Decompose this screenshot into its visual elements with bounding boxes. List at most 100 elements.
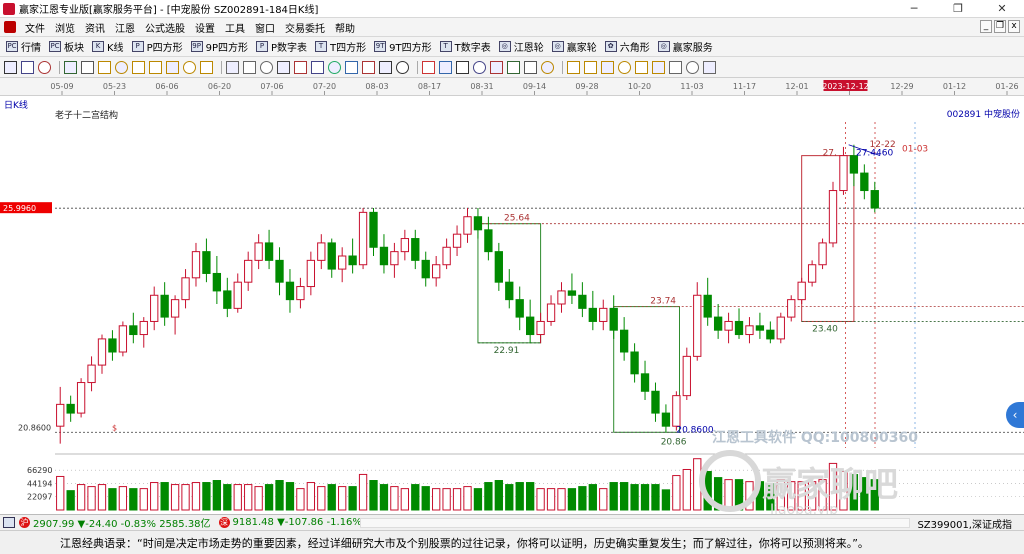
drawing-tool-icon[interactable] — [541, 60, 554, 74]
candle — [421, 251, 430, 287]
toolbar-p-table-button[interactable]: P P数字表 — [256, 39, 307, 54]
drawing-tool-icon[interactable] — [635, 60, 648, 74]
drawing-tool-icon[interactable] — [21, 60, 34, 74]
9p-square-icon: 9P — [190, 41, 203, 52]
drawing-tool-icon[interactable] — [277, 60, 290, 74]
service-icon: ◎ — [657, 41, 670, 52]
toolbar-winner-service-button[interactable]: ◎ 赢家服务 — [657, 39, 713, 54]
mdi-restore-button[interactable]: ❐ — [994, 20, 1006, 33]
drawing-tool-icon[interactable] — [618, 60, 631, 74]
toolbar-gann-wheel-button[interactable]: ◎ 江恩轮 — [498, 39, 544, 54]
drawing-tool-icon[interactable] — [507, 60, 520, 74]
t-table-icon: T — [439, 41, 452, 52]
drawing-tool-icon[interactable] — [260, 60, 273, 74]
kline-chart[interactable]: 日K线 老子十二宫结构 002891 中宠股份 25.9960 25.64 22.91 23… — [0, 96, 1024, 518]
drawing-tool-icon[interactable] — [166, 60, 179, 74]
drawing-tool-icon[interactable] — [294, 60, 307, 74]
volume-bar — [244, 484, 253, 511]
drawing-tool-icon[interactable] — [226, 60, 239, 74]
candle — [828, 181, 838, 248]
kline-chart-svg: 日K线老子十二宫结构 002891 中宠股份 25.9960 25.64 22.91 23… — [0, 99, 1024, 518]
mdi-close-button[interactable]: x — [1008, 20, 1020, 33]
drawing-tool-icon[interactable] — [362, 60, 375, 74]
drawing-tool-icon[interactable] — [98, 60, 111, 74]
volume-bar — [578, 486, 587, 511]
toolbar-sector-button[interactable]: PC 板块 — [49, 39, 84, 54]
drawing-tool-icon[interactable] — [396, 60, 409, 74]
menu-browse[interactable]: 浏览 — [51, 20, 81, 35]
menu-window[interactable]: 窗口 — [251, 20, 281, 35]
date-tick-label: 05-23 — [103, 82, 126, 91]
drawing-tool-icon[interactable] — [584, 60, 597, 74]
drawing-tool-icon[interactable] — [439, 60, 452, 74]
indicator-label: 老子十二宫结构 — [55, 109, 118, 121]
candle — [755, 312, 765, 339]
candle — [264, 229, 274, 270]
candle — [630, 343, 639, 383]
candle — [139, 317, 148, 348]
drawing-tool-icon[interactable] — [4, 60, 17, 74]
volume-bar — [526, 482, 535, 511]
volume-bar — [212, 480, 222, 511]
menu-help[interactable]: 帮助 — [331, 20, 361, 35]
drawing-tool-icon[interactable] — [669, 60, 682, 74]
drawing-tool-icon[interactable] — [200, 60, 213, 74]
drawing-tool-icon[interactable] — [379, 60, 392, 74]
close-button[interactable]: ✕ — [980, 0, 1024, 18]
menu-tools[interactable]: 工具 — [221, 20, 251, 35]
mdi-minimize-button[interactable]: _ — [980, 20, 992, 33]
menu-formula-screen[interactable]: 公式选股 — [141, 20, 191, 35]
toolbar-kline-button[interactable]: K K线 — [92, 39, 124, 54]
drawing-tool-icon[interactable] — [567, 60, 580, 74]
toolbar-p-square-button[interactable]: P P四方形 — [131, 39, 183, 54]
drawing-tool-icon[interactable] — [703, 60, 716, 74]
menu-file[interactable]: 文件 — [21, 20, 51, 35]
volume-bar — [640, 484, 650, 511]
drawing-tool-icon[interactable] — [183, 60, 196, 74]
drawing-tool-icon[interactable] — [490, 60, 503, 74]
drawing-tool-icon[interactable] — [115, 60, 128, 74]
drawing-tool-icon[interactable] — [524, 60, 537, 74]
menu-info[interactable]: 资讯 — [81, 20, 111, 35]
drawing-tool-icon[interactable] — [149, 60, 162, 74]
drawing-tool-icon[interactable] — [456, 60, 469, 74]
drawing-tool-icon[interactable] — [422, 60, 435, 74]
minimize-button[interactable]: ─ — [892, 0, 936, 18]
drawing-tool-icon[interactable] — [132, 60, 145, 74]
toolbar-winner-wheel-button[interactable]: ◎ 赢家轮 — [551, 39, 597, 54]
drawing-tool-icon[interactable] — [38, 60, 51, 74]
toolbar-label: 赢家服务 — [672, 43, 713, 54]
drawing-tool-icon[interactable] — [686, 60, 699, 74]
volume-bar — [494, 480, 503, 511]
grid-icon[interactable] — [3, 517, 15, 528]
drawing-tool-icon[interactable] — [473, 60, 486, 74]
volume-bar — [661, 489, 671, 511]
volume-bar — [442, 488, 451, 511]
drawing-tool-icon[interactable] — [243, 60, 256, 74]
toolbar-hexagon-button[interactable]: ✿ 六角形 — [604, 39, 650, 54]
candle — [463, 208, 472, 243]
wheel-icon: ◎ — [551, 41, 564, 52]
date-tick-label: 01-12 — [943, 82, 966, 91]
drawing-tool-icon[interactable] — [652, 60, 665, 74]
drawing-tool-icon[interactable] — [64, 60, 77, 74]
drawing-tool-icon[interactable] — [345, 60, 358, 74]
drawing-tool-icon[interactable] — [311, 60, 324, 74]
menu-trade[interactable]: 交易委托 — [281, 20, 331, 35]
toolbar-9p-square-button[interactable]: 9P 9P四方形 — [190, 39, 248, 54]
drawing-tool-icon[interactable] — [601, 60, 614, 74]
toolbar-quotes-button[interactable]: PC 行情 — [6, 39, 41, 54]
menu-settings[interactable]: 设置 — [191, 20, 221, 35]
toolbar-label: 江恩轮 — [513, 43, 544, 54]
toolbar-t-square-button[interactable]: T T四方形 — [315, 39, 366, 54]
sh-index-badge: 沪 — [19, 517, 30, 528]
toolbar-t-table-button[interactable]: T T数字表 — [439, 39, 491, 54]
candle — [557, 282, 566, 313]
toolbar-9t-square-button[interactable]: 9T 9T四方形 — [374, 39, 432, 54]
drawing-tool-icon[interactable] — [328, 60, 341, 74]
menu-gann[interactable]: 江恩 — [111, 20, 141, 35]
status-scrollbar[interactable] — [360, 518, 910, 528]
drawing-tool-icon[interactable] — [81, 60, 94, 74]
volume-bar — [317, 486, 326, 511]
restore-button[interactable]: ❐ — [936, 0, 980, 18]
